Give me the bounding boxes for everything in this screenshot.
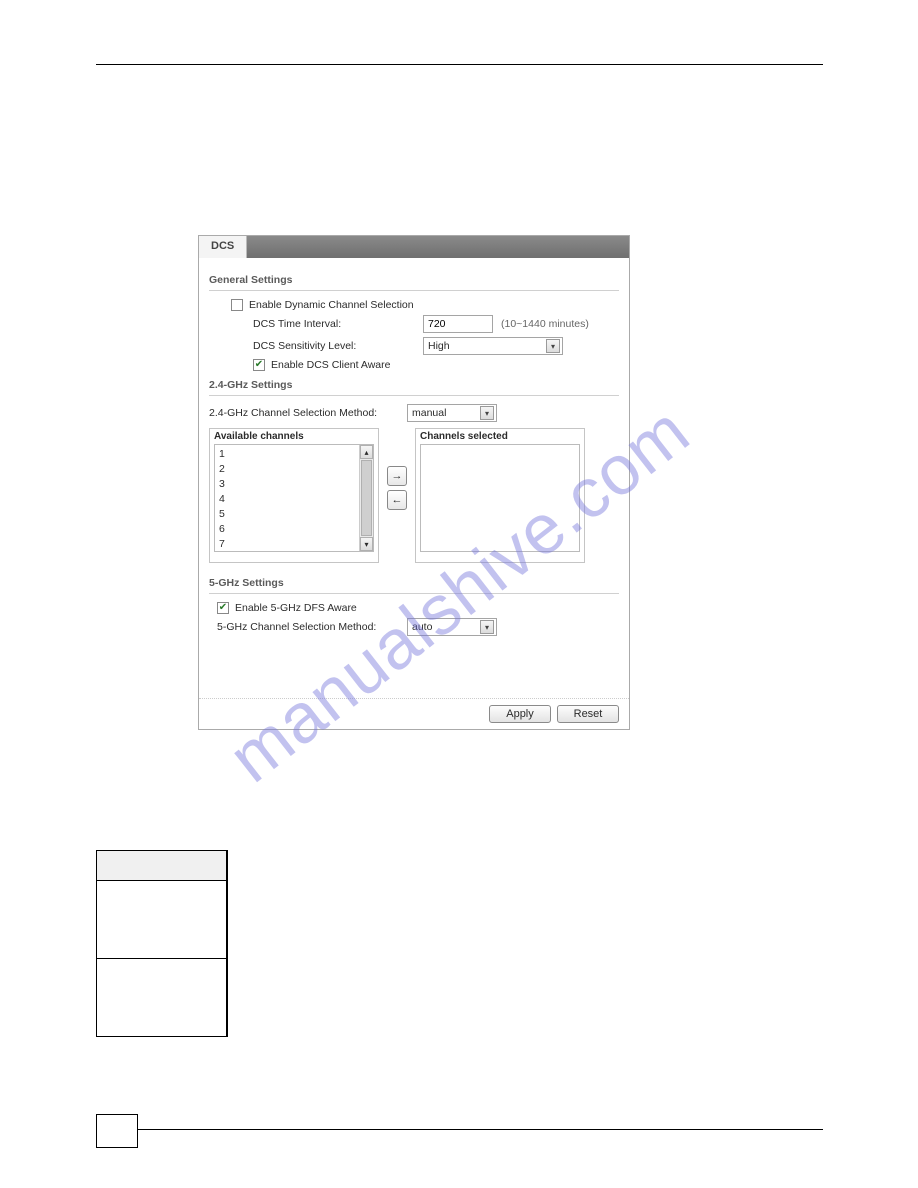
section-5ghz-title: 5-GHz Settings	[209, 577, 619, 589]
legend-available: Available channels	[214, 431, 374, 442]
listbox-available-channels[interactable]: 1 2 3 4 5 6 7 ▴ ▾	[214, 444, 374, 552]
divider	[209, 593, 619, 594]
arrow-right-icon: →	[392, 470, 403, 482]
titlebar-spacer	[247, 236, 629, 258]
fieldset-available-channels: Available channels 1 2 3 4 5 6 7 ▴ ▾	[209, 428, 379, 563]
listbox-selected-channels[interactable]	[420, 444, 580, 552]
label-sensitivity: DCS Sensitivity Level:	[253, 340, 423, 352]
arrow-left-icon: ←	[392, 494, 403, 506]
page-header-rule	[96, 64, 823, 65]
row-client-aware: ✔ Enable DCS Client Aware	[253, 359, 619, 371]
list-item[interactable]: 3	[219, 477, 369, 492]
dcs-window: DCS General Settings Enable Dynamic Chan…	[198, 235, 630, 730]
list-item[interactable]: 6	[219, 522, 369, 537]
description-table	[96, 850, 228, 1037]
button-row: Apply Reset	[199, 698, 629, 729]
table-row	[97, 959, 228, 1037]
label-5ghz-dfs: Enable 5-GHz DFS Aware	[235, 602, 357, 614]
table-header-cell	[97, 851, 227, 881]
select-sensitivity-value: High	[428, 340, 450, 352]
chevron-down-icon: ▾	[546, 339, 560, 353]
checkbox-enable-dcs[interactable]	[231, 299, 243, 311]
input-time-interval[interactable]	[423, 315, 493, 333]
table-row	[97, 851, 228, 881]
window-titlebar: DCS	[199, 236, 629, 258]
move-left-button[interactable]: ←	[387, 490, 407, 510]
list-item[interactable]: 7	[219, 537, 369, 552]
row-time-interval: DCS Time Interval: (10~1440 minutes)	[253, 315, 619, 333]
channel-transfer-group: Available channels 1 2 3 4 5 6 7 ▴ ▾	[209, 428, 619, 563]
note-time-interval: (10~1440 minutes)	[501, 318, 589, 330]
label-enable-dcs: Enable Dynamic Channel Selection	[249, 299, 414, 311]
scroll-thumb[interactable]	[361, 460, 372, 536]
apply-button[interactable]: Apply	[489, 705, 551, 723]
divider	[209, 395, 619, 396]
divider	[209, 290, 619, 291]
table-cell	[97, 881, 227, 959]
table-cell	[97, 959, 227, 1037]
list-item[interactable]: 1	[219, 447, 369, 462]
row-sensitivity: DCS Sensitivity Level: High ▾	[253, 337, 619, 355]
tab-dcs[interactable]: DCS	[199, 236, 247, 258]
page-number-box	[96, 1114, 138, 1148]
chevron-down-icon: ▾	[480, 406, 494, 420]
scrollbar-available[interactable]: ▴ ▾	[359, 445, 373, 551]
section-24ghz-title: 2.4-GHz Settings	[209, 379, 619, 391]
row-24ghz-method: 2.4-GHz Channel Selection Method: manual…	[209, 404, 619, 422]
label-client-aware: Enable DCS Client Aware	[271, 359, 390, 371]
legend-selected: Channels selected	[420, 431, 580, 442]
select-24ghz-method[interactable]: manual ▾	[407, 404, 497, 422]
list-item[interactable]: 5	[219, 507, 369, 522]
checkbox-client-aware[interactable]: ✔	[253, 359, 265, 371]
label-5ghz-method: 5-GHz Channel Selection Method:	[217, 621, 407, 633]
select-sensitivity[interactable]: High ▾	[423, 337, 563, 355]
label-time-interval: DCS Time Interval:	[253, 318, 423, 330]
scroll-down-icon[interactable]: ▾	[360, 537, 373, 551]
select-24ghz-method-value: manual	[412, 407, 446, 419]
row-enable-dcs: Enable Dynamic Channel Selection	[231, 299, 619, 311]
row-5ghz-method: 5-GHz Channel Selection Method: auto ▾	[217, 618, 619, 636]
table-cell	[227, 959, 228, 1037]
section-general-title: General Settings	[209, 274, 619, 286]
list-item[interactable]: 2	[219, 462, 369, 477]
select-5ghz-method-value: auto	[412, 621, 432, 633]
table-header-cell	[227, 851, 228, 881]
table-cell	[227, 881, 228, 959]
table-row	[97, 881, 228, 959]
checkbox-5ghz-dfs[interactable]: ✔	[217, 602, 229, 614]
scroll-up-icon[interactable]: ▴	[360, 445, 373, 459]
page-footer-rule	[96, 1129, 823, 1130]
list-items-available: 1 2 3 4 5 6 7	[215, 445, 373, 552]
fieldset-selected-channels: Channels selected	[415, 428, 585, 563]
select-5ghz-method[interactable]: auto ▾	[407, 618, 497, 636]
chevron-down-icon: ▾	[480, 620, 494, 634]
list-item[interactable]: 4	[219, 492, 369, 507]
label-24ghz-method: 2.4-GHz Channel Selection Method:	[209, 407, 407, 419]
row-5ghz-dfs: ✔ Enable 5-GHz DFS Aware	[217, 602, 619, 614]
transfer-buttons: → ←	[387, 466, 407, 510]
reset-button[interactable]: Reset	[557, 705, 619, 723]
move-right-button[interactable]: →	[387, 466, 407, 486]
